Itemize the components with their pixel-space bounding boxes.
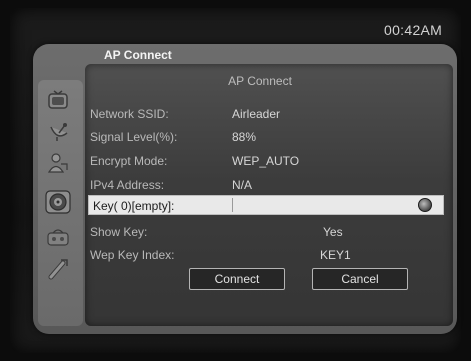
connect-button[interactable]: Connect [189, 268, 285, 290]
satellite-dish-icon[interactable] [44, 118, 72, 144]
keyboard-knob-icon[interactable] [418, 198, 432, 212]
user-network-icon[interactable] [44, 150, 72, 176]
signal-level-label: Signal Level(%): [90, 130, 178, 144]
ipv4-address-value: N/A [232, 178, 253, 192]
cancel-button[interactable]: Cancel [312, 268, 408, 290]
encrypt-mode-label: Encrypt Mode: [90, 154, 168, 168]
tools-icon[interactable] [44, 256, 72, 282]
wep-key-index-value[interactable]: KEY1 [320, 248, 351, 262]
media-icon[interactable] [44, 224, 72, 250]
show-key-value[interactable]: Yes [323, 225, 343, 239]
network-ssid-value: Airleader [232, 107, 281, 121]
show-key-label: Show Key: [90, 225, 148, 239]
key-field-divider [232, 198, 233, 212]
panel-title: AP Connect [104, 48, 172, 62]
network-ssid-label: Network SSID: [90, 107, 169, 121]
settings-disc-icon[interactable] [44, 189, 72, 215]
encrypt-mode-value: WEP_AUTO [232, 154, 300, 168]
signal-level-value: 88% [232, 130, 257, 144]
tv-icon[interactable] [44, 88, 72, 114]
key-input-row[interactable]: Key( 0)[empty]: [88, 195, 444, 215]
key-label: Key( 0)[empty]: [93, 199, 175, 213]
clock: 00:42AM [384, 22, 443, 38]
ipv4-address-label: IPv4 Address: [90, 178, 165, 192]
wep-key-index-label: Wep Key Index: [90, 248, 175, 262]
dialog-title: AP Connect [228, 74, 292, 88]
